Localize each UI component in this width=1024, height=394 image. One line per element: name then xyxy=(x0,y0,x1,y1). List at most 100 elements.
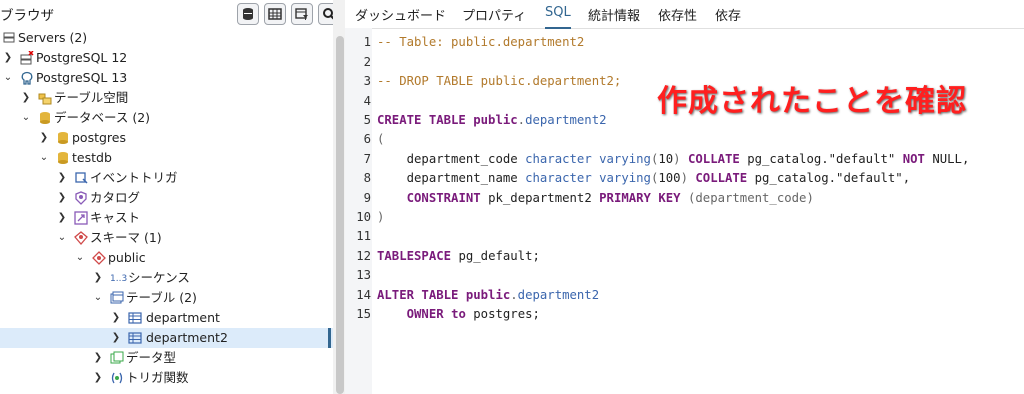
tree-item-postgres-db[interactable]: ❯ postgres xyxy=(0,128,333,148)
sql-keyword: COLLATE xyxy=(687,152,740,166)
filter-rows-button[interactable] xyxy=(291,3,313,25)
code-line: department_code character varying(10) CO… xyxy=(406,152,970,166)
query-tool-button[interactable] xyxy=(237,3,259,25)
tree-item-databases[interactable]: ⌄ データベース (2) xyxy=(0,108,333,128)
schema-icon xyxy=(92,251,106,265)
line-number: 1 xyxy=(363,35,371,49)
tree-label: PostgreSQL 12 xyxy=(36,50,128,65)
chevron-right-icon[interactable]: ❯ xyxy=(57,171,67,185)
chevron-down-icon[interactable]: ⌄ xyxy=(93,291,103,305)
chevron-right-icon[interactable]: ❯ xyxy=(93,371,103,385)
browser-title: ブラウザ xyxy=(0,8,54,24)
line-number: 7 xyxy=(363,152,371,166)
tree-item-department2[interactable]: ❯ department2 xyxy=(0,328,333,348)
tab-properties[interactable]: プロパティ xyxy=(462,5,526,27)
scrollbar-thumb[interactable] xyxy=(336,36,344,394)
line-number: 3 xyxy=(363,74,371,88)
tree-item-public-schema[interactable]: ⌄ public xyxy=(0,248,333,268)
tree-item-tables[interactable]: ⌄ テーブル (2) xyxy=(0,288,333,308)
tree-label: テーブル (2) xyxy=(126,290,197,305)
sql-pk-columns: (department_code) xyxy=(687,191,814,205)
databases-icon xyxy=(40,112,50,124)
sql-length: 100 xyxy=(658,171,681,185)
chevron-down-icon[interactable]: ⌄ xyxy=(21,111,31,125)
sql-collation: pg_catalog."default", xyxy=(754,171,911,185)
database-query-icon xyxy=(243,8,253,20)
code-line: ( xyxy=(377,132,384,146)
catalog-icon xyxy=(75,191,87,205)
tree-item-sequences[interactable]: ❯ 1..3 シーケンス xyxy=(0,268,333,288)
tree-item-testdb[interactable]: ⌄ testdb xyxy=(0,148,333,168)
chevron-right-icon[interactable]: ❯ xyxy=(111,331,121,345)
tab-statistics[interactable]: 統計情報 xyxy=(588,5,640,27)
browser-header: ブラウザ xyxy=(0,0,340,28)
line-number: 11 xyxy=(356,229,371,243)
sql-keyword: to xyxy=(451,307,466,321)
selection-indicator xyxy=(328,328,331,348)
chevron-right-icon[interactable]: ❯ xyxy=(57,211,67,225)
chevron-right-icon[interactable]: ❯ xyxy=(39,131,49,145)
sql-keyword: COLLATE xyxy=(695,171,748,185)
sql-schema: public xyxy=(465,288,511,302)
tree-item-types[interactable]: ❯ データ型 xyxy=(0,348,333,368)
line-number: 2 xyxy=(363,55,371,69)
pgadmin-window: ブラウザ Servers (2) ❯ PostgreSQL 12 ⌄ Postg… xyxy=(0,0,1024,394)
code-line: CONSTRAINT pk_department2 PRIMARY KEY (d… xyxy=(377,191,814,205)
tree-item-department[interactable]: ❯ department xyxy=(0,308,333,328)
tab-dependents[interactable]: 依存 xyxy=(715,5,741,27)
view-data-button[interactable] xyxy=(264,3,286,25)
code-line: TABLESPACE pg_default; xyxy=(377,249,540,263)
sql-keyword: ALTER TABLE xyxy=(377,288,459,302)
sql-comment: -- Table: public.department2 xyxy=(377,35,585,49)
sql-keyword: OWNER xyxy=(406,307,444,321)
main-panel: ダッシュボード プロパティ SQL 統計情報 依存性 依存 1 2 3 4 5 … xyxy=(345,0,1024,394)
tree-label: シーケンス xyxy=(128,270,190,285)
annotation-text: 作成されたことを確認 xyxy=(657,84,967,119)
schemas-icon xyxy=(74,231,88,245)
tree-item-servers[interactable]: Servers (2) xyxy=(0,28,333,48)
line-number: 14 xyxy=(356,288,371,302)
tree-label: トリガ関数 xyxy=(126,370,189,385)
chevron-right-icon[interactable]: ❯ xyxy=(3,51,13,65)
chevron-right-icon[interactable]: ❯ xyxy=(93,351,103,365)
postgres-elephant-icon xyxy=(21,71,33,85)
line-number: 12 xyxy=(356,249,371,263)
tab-dashboard[interactable]: ダッシュボード xyxy=(355,5,446,27)
sql-constraint-name: pk_department2 xyxy=(488,191,592,205)
tree-label: department2 xyxy=(146,330,228,345)
sql-paren: ( xyxy=(377,132,385,146)
tree-item-postgresql-12[interactable]: ❯ PostgreSQL 12 xyxy=(0,48,333,68)
tree-label: スキーマ (1) xyxy=(90,230,162,245)
event-trigger-icon xyxy=(75,172,88,184)
chevron-right-icon[interactable]: ❯ xyxy=(21,91,31,105)
chevron-right-icon[interactable]: ❯ xyxy=(111,311,121,325)
chevron-down-icon[interactable]: ⌄ xyxy=(39,151,49,165)
line-number: 13 xyxy=(356,268,371,282)
chevron-down-icon[interactable]: ⌄ xyxy=(75,251,85,265)
tree-item-schemas[interactable]: ⌄ スキーマ (1) xyxy=(0,228,333,248)
chevron-down-icon[interactable]: ⌄ xyxy=(3,71,13,85)
tree-label: PostgreSQL 13 xyxy=(36,70,128,85)
tree-item-event-triggers[interactable]: ❯ イベントトリガ xyxy=(0,168,333,188)
tree-item-trigger-functions[interactable]: ❯ トリガ関数 xyxy=(0,368,333,388)
tree-item-tablespaces[interactable]: ❯ テーブル空間 xyxy=(0,88,333,108)
table-view-icon xyxy=(268,8,282,20)
tree-label: public xyxy=(108,250,146,265)
sql-column: department_name xyxy=(406,171,518,185)
tab-sql[interactable]: SQL xyxy=(545,5,571,29)
tree-item-casts[interactable]: ❯ キャスト xyxy=(0,208,333,228)
line-number: 5 xyxy=(363,113,371,127)
tree-item-postgresql-13[interactable]: ⌄ PostgreSQL 13 xyxy=(0,68,333,88)
sql-keyword: NOT xyxy=(902,152,925,166)
code-line: -- DROP TABLE public.department2; xyxy=(377,74,621,88)
tree-label: データ型 xyxy=(126,350,177,365)
table-icon xyxy=(128,312,142,324)
tree-item-catalogs[interactable]: ❯ カタログ xyxy=(0,188,333,208)
chevron-right-icon[interactable]: ❯ xyxy=(57,191,67,205)
sql-tablespace: pg_default; xyxy=(458,249,540,263)
tab-dependencies[interactable]: 依存性 xyxy=(658,5,697,27)
sql-type: character varying xyxy=(525,171,651,185)
tables-icon xyxy=(110,291,124,304)
chevron-right-icon[interactable]: ❯ xyxy=(93,271,103,285)
chevron-down-icon[interactable]: ⌄ xyxy=(57,231,67,245)
